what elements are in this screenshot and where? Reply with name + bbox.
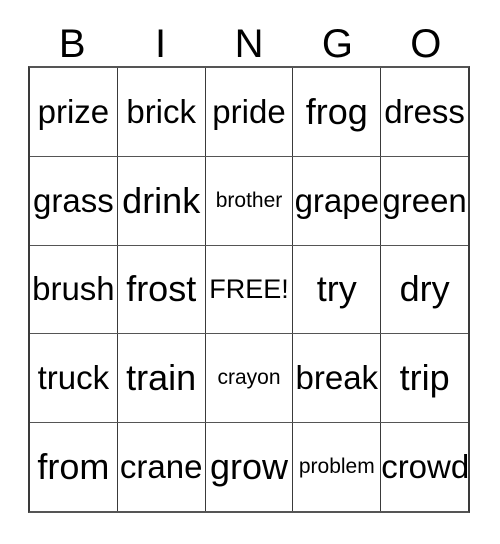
bingo-cell-label: grape: [294, 181, 379, 219]
bingo-cell-label: crowd: [381, 448, 468, 486]
bingo-cell[interactable]: crane: [117, 423, 206, 511]
bingo-cell[interactable]: problem: [293, 423, 382, 511]
bingo-cell[interactable]: brother: [205, 156, 294, 245]
bingo-cell[interactable]: brush: [30, 245, 118, 334]
bingo-cell[interactable]: brick: [117, 68, 206, 156]
bingo-cell-label: brother: [215, 188, 283, 212]
bingo-cell[interactable]: dress: [381, 68, 468, 156]
bingo-cell-label: truck: [37, 359, 110, 397]
bingo-cell-label: grass: [33, 181, 114, 219]
bingo-header-letter-b: B: [58, 22, 86, 66]
bingo-cell-label: break: [295, 359, 379, 397]
bingo-cell-label: brick: [126, 92, 197, 130]
bingo-cell-label: brush: [32, 270, 115, 308]
bingo-cell[interactable]: grow: [205, 423, 294, 511]
bingo-cell-label: dress: [384, 92, 465, 130]
bingo-cell-label: drink: [122, 179, 201, 221]
bingo-cell[interactable]: frog: [293, 68, 382, 156]
bingo-header-letter-o: O: [410, 22, 442, 66]
bingo-card: B I N G O prize brick pride frog dress g…: [0, 0, 500, 544]
bingo-header-row: B I N G O: [28, 18, 470, 66]
bingo-free-space-label: FREE!: [209, 274, 289, 305]
bingo-cell[interactable]: green: [381, 156, 468, 245]
bingo-cell[interactable]: train: [117, 334, 206, 423]
bingo-row: prize brick pride frog dress: [30, 68, 468, 157]
bingo-grid: prize brick pride frog dress grass drink…: [28, 66, 470, 513]
bingo-row: grass drink brother grape green: [30, 156, 468, 246]
bingo-row: from crane grow problem crowd: [30, 423, 468, 511]
bingo-row: truck train crayon break trip: [30, 334, 468, 424]
bingo-cell-label: train: [126, 357, 197, 399]
bingo-cell[interactable]: try: [293, 245, 382, 334]
bingo-cell[interactable]: crowd: [381, 423, 468, 511]
bingo-cell-label: frost: [126, 268, 197, 310]
bingo-header-letter-g: G: [321, 22, 353, 66]
bingo-row: brush frost FREE! try dry: [30, 245, 468, 335]
bingo-cell[interactable]: crayon: [205, 334, 294, 423]
bingo-cell-label: crane: [119, 448, 203, 486]
bingo-cell[interactable]: drink: [117, 156, 206, 245]
bingo-cell-label: grow: [209, 446, 288, 488]
bingo-cell[interactable]: pride: [205, 68, 294, 156]
bingo-cell-label: prize: [37, 92, 110, 130]
bingo-cell[interactable]: grape: [293, 156, 382, 245]
bingo-cell[interactable]: frost: [117, 245, 206, 334]
bingo-cell[interactable]: break: [293, 334, 382, 423]
bingo-cell-label: pride: [212, 92, 286, 130]
bingo-cell[interactable]: truck: [30, 334, 118, 423]
bingo-cell-label: frog: [305, 90, 368, 132]
bingo-cell[interactable]: grass: [30, 156, 118, 245]
bingo-cell-label: try: [316, 268, 357, 310]
bingo-cell-label: from: [37, 446, 110, 488]
bingo-header-letter-n: N: [234, 22, 264, 66]
bingo-cell-label: crayon: [217, 366, 281, 390]
bingo-cell[interactable]: prize: [30, 68, 118, 156]
bingo-cell-label: problem: [298, 455, 375, 479]
bingo-cell-label: dry: [399, 268, 450, 310]
bingo-cell[interactable]: dry: [381, 245, 468, 334]
bingo-header-letter-i: I: [155, 22, 167, 66]
bingo-cell-label: trip: [399, 357, 450, 399]
bingo-cell[interactable]: from: [30, 423, 118, 511]
bingo-cell-label: green: [382, 181, 467, 219]
bingo-cell-free-space[interactable]: FREE!: [205, 245, 294, 334]
bingo-cell[interactable]: trip: [381, 334, 468, 423]
